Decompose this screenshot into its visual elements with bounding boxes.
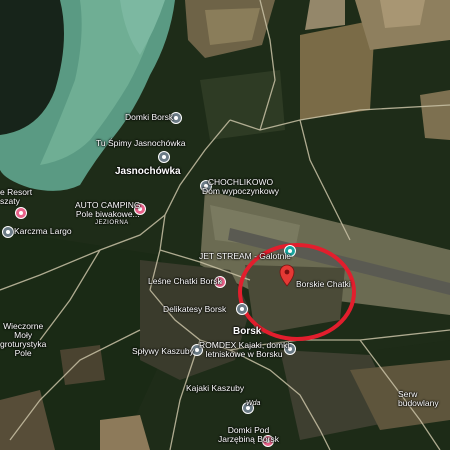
resort-pin-icon[interactable]: [15, 207, 27, 219]
label-tu-spimy[interactable]: Tu Śpimy Jasnochówka: [96, 139, 185, 148]
label-romdex[interactable]: ROMDEX Kajaki, domki letniskowe w Borsku: [199, 341, 289, 359]
label-chochlikowo[interactable]: CHOCHLIKOWO Dom wypoczynkowy: [202, 178, 279, 196]
karczma-pin-icon[interactable]: [2, 226, 14, 238]
label-jet-stream[interactable]: JET STREAM - Galotnie: [199, 252, 291, 261]
label-borskie-chatki[interactable]: Borskie Chatki: [296, 280, 351, 289]
label-auto-camping[interactable]: AUTO CAMPING Pole biwakowe...: [75, 201, 141, 219]
label-serw[interactable]: Serw budowlany: [398, 390, 439, 408]
label-delikatesy[interactable]: Delikatesy Borsk: [163, 305, 226, 314]
label-jeziorna: JEZIORNA: [95, 220, 129, 226]
label-borsk: Borsk: [233, 326, 262, 337]
label-kajaki[interactable]: Kajaki Kaszuby: [186, 384, 244, 393]
label-domki-pod[interactable]: Domki Pod Jarzębiną Borsk: [218, 426, 279, 444]
tu-spimy-pin-icon[interactable]: [158, 151, 170, 163]
label-resort[interactable]: e Resort szaty: [0, 188, 32, 206]
label-lesne-chatki[interactable]: Leśne Chatki Borsk: [148, 277, 222, 286]
label-wieczorne[interactable]: Wieczorne Moły groturystyka Pole: [0, 322, 46, 358]
delikatesy-pin-icon[interactable]: [236, 303, 248, 315]
label-karczma[interactable]: Karczma Largo: [14, 227, 72, 236]
label-domki-borsk[interactable]: Domki Borsk: [125, 113, 173, 122]
label-splywy[interactable]: Spływy Kaszuby: [132, 347, 194, 356]
label-wda: Wda: [246, 400, 261, 407]
label-jasnochowka: Jasnochówka: [115, 166, 181, 177]
satellite-map[interactable]: Domki Borsk Tu Śpimy Jasnochówka Jasnoch…: [0, 0, 450, 450]
